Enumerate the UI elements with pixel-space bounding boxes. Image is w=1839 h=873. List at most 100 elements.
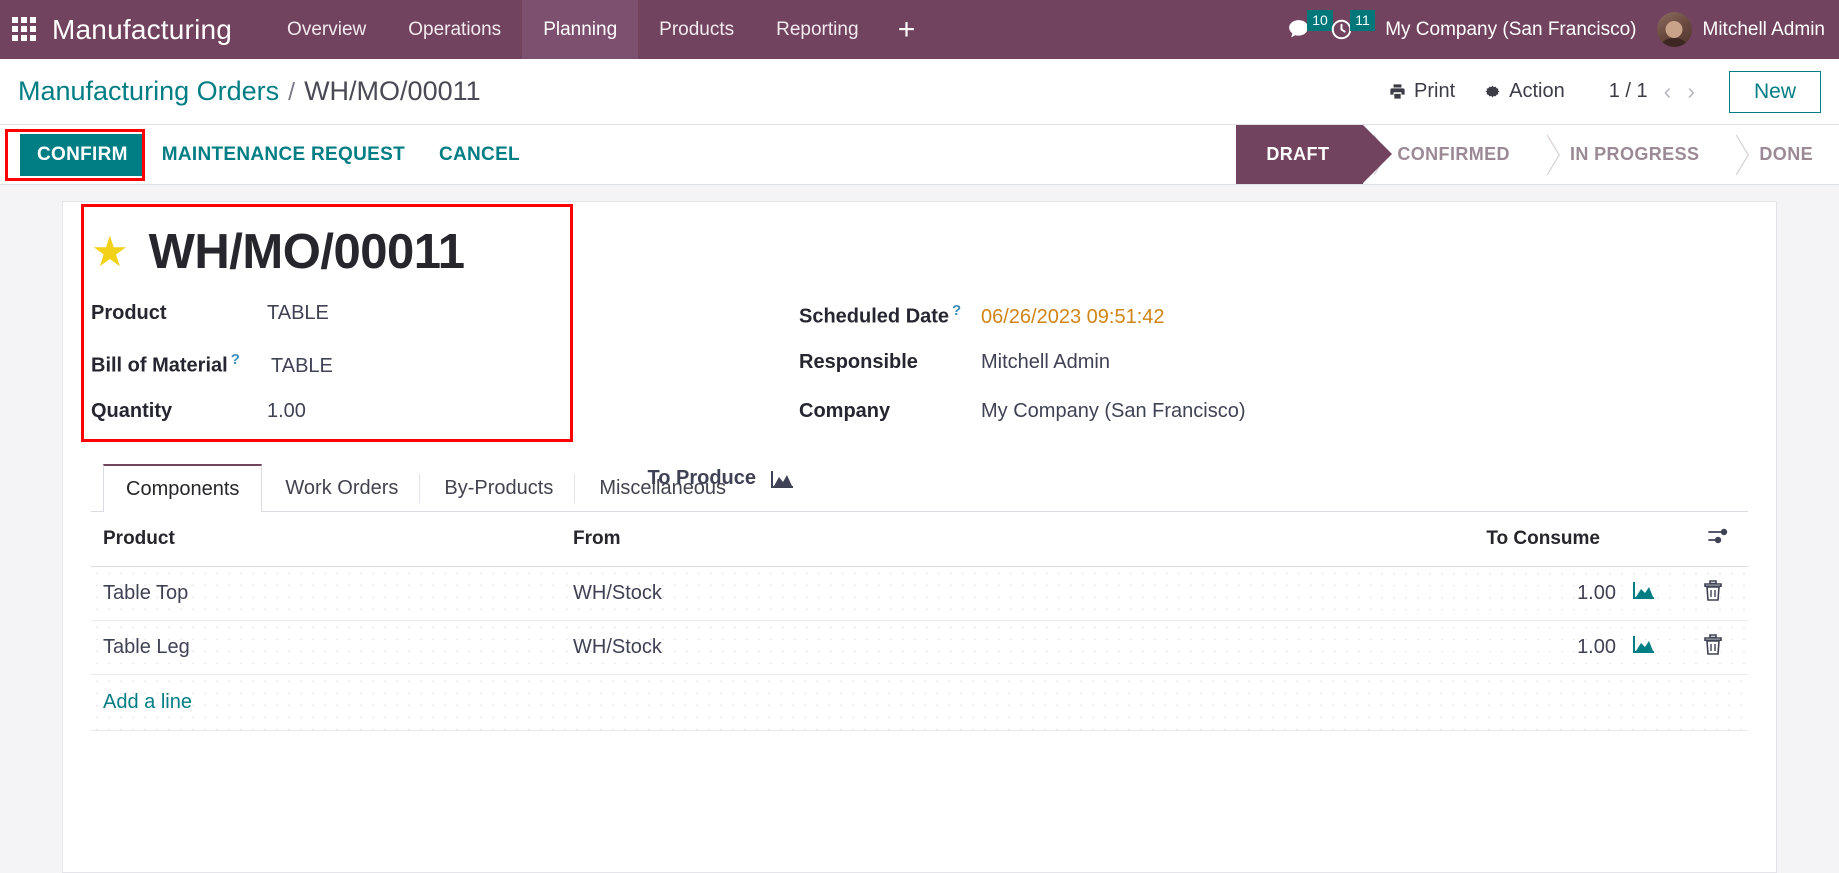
- stage-done[interactable]: DONE: [1725, 125, 1839, 184]
- field-scheduled-date-label: Scheduled Date?: [799, 302, 962, 328]
- field-quantity-value[interactable]: 1.00: [267, 400, 306, 423]
- cell-product[interactable]: Table Top: [91, 566, 561, 621]
- print-label: Print: [1414, 80, 1456, 102]
- tab-components[interactable]: Components: [103, 464, 263, 512]
- field-company-value[interactable]: My Company (San Francisco): [981, 400, 1246, 423]
- area-chart-glyph: [771, 470, 793, 488]
- column-to-consume[interactable]: To Consume: [1376, 512, 1616, 567]
- stage-in-progress[interactable]: IN PROGRESS: [1536, 125, 1725, 184]
- confirm-button[interactable]: CONFIRM: [20, 133, 145, 176]
- cell-from[interactable]: WH/Stock: [561, 566, 1376, 621]
- field-company-label: Company: [799, 400, 891, 422]
- action-label: Action: [1509, 80, 1565, 102]
- column-product[interactable]: Product: [91, 512, 561, 567]
- table-row[interactable]: Table Top WH/Stock 1.00: [91, 566, 1748, 621]
- field-responsible: Responsible Mitchell Admin: [799, 351, 1748, 400]
- nav-item-reporting[interactable]: Reporting: [755, 0, 879, 59]
- cancel-button[interactable]: CANCEL: [422, 134, 537, 176]
- control-panel: Manufacturing Orders / WH/MO/00011 Print…: [0, 59, 1839, 125]
- nav-item-overview[interactable]: Overview: [266, 0, 387, 59]
- pager-count: 1 / 1: [1608, 80, 1648, 102]
- tab-miscellaneous[interactable]: Miscellaneous: [576, 464, 749, 512]
- company-switcher[interactable]: My Company (San Francisco): [1363, 19, 1650, 41]
- form-column-left: Product TABLE Bill of Material? TABLE Qu…: [91, 302, 591, 449]
- breadcrumb-root-link[interactable]: Manufacturing Orders: [18, 76, 279, 107]
- user-menu[interactable]: Mitchell Admin: [1651, 12, 1826, 47]
- add-a-line-link[interactable]: Add a line: [103, 691, 192, 713]
- record-title-row: ★ WH/MO/00011: [91, 224, 1748, 280]
- pager-previous-button[interactable]: ‹: [1656, 80, 1680, 103]
- cell-forecast-icon[interactable]: [1616, 620, 1678, 675]
- field-responsible-value[interactable]: Mitchell Admin: [981, 351, 1110, 374]
- field-responsible-label: Responsible: [799, 351, 918, 373]
- help-tip-icon[interactable]: ?: [231, 351, 240, 368]
- avatar: [1656, 12, 1692, 47]
- apps-grid-icon[interactable]: [12, 16, 38, 43]
- table-header: Product From To Consume: [91, 512, 1748, 567]
- status-pipeline: DRAFT CONFIRMED IN PROGRESS DONE: [1236, 125, 1839, 184]
- cell-to-consume[interactable]: 1.00: [1376, 620, 1616, 675]
- nav-item-operations[interactable]: Operations: [387, 0, 522, 59]
- record-form: Product TABLE Bill of Material? TABLE Qu…: [91, 302, 1748, 449]
- sheet-background: ★ WH/MO/00011 Product TABLE Bill of Mate…: [0, 185, 1839, 873]
- pager-next-button[interactable]: ›: [1679, 80, 1703, 103]
- column-from[interactable]: From: [561, 512, 1376, 567]
- tab-by-products[interactable]: By-Products: [421, 464, 576, 512]
- notebook-tabs: Components Work Orders By-Products Misce…: [91, 463, 1748, 512]
- cell-delete[interactable]: [1678, 620, 1748, 675]
- add-menu-button[interactable]: +: [880, 0, 934, 59]
- field-product-label: Product: [91, 302, 167, 324]
- add-line-cell[interactable]: Add a line: [91, 674, 1748, 731]
- table-body: Table Top WH/Stock 1.00 Table Leg WH/Sto…: [91, 566, 1748, 731]
- tab-work-orders[interactable]: Work Orders: [262, 464, 421, 512]
- activities-button[interactable]: 11: [1320, 0, 1375, 59]
- field-scheduled-date: Scheduled Date? 06/26/2023 09:51:42: [799, 302, 1748, 351]
- maintenance-request-button[interactable]: MAINTENANCE REQUEST: [145, 134, 422, 176]
- add-line-row[interactable]: Add a line: [91, 674, 1748, 731]
- cell-from[interactable]: WH/Stock: [561, 620, 1376, 675]
- pager: 1 / 1 ‹ ›: [1601, 80, 1703, 103]
- top-navbar: Manufacturing Overview Operations Planni…: [0, 0, 1839, 59]
- trash-glyph: [1704, 633, 1722, 655]
- field-quantity-label: Quantity: [91, 400, 173, 422]
- area-chart-icon: [1633, 636, 1654, 653]
- field-product-value[interactable]: TABLE: [267, 302, 329, 325]
- field-company: Company My Company (San Francisco): [799, 400, 1748, 449]
- breadcrumb-current: WH/MO/00011: [304, 76, 481, 106]
- print-button[interactable]: Print: [1374, 74, 1469, 109]
- notebook: Components Work Orders By-Products Misce…: [91, 463, 1748, 731]
- cell-forecast-icon[interactable]: [1616, 566, 1678, 621]
- field-scheduled-date-value[interactable]: 06/26/2023 09:51:42: [981, 306, 1165, 329]
- new-button[interactable]: New: [1728, 70, 1821, 113]
- help-tip-icon[interactable]: ?: [952, 302, 961, 319]
- favorite-star-icon[interactable]: ★: [91, 231, 129, 273]
- navbar-right: 10 11 My Company (San Francisco) Mitchel…: [1277, 0, 1839, 59]
- trash-icon[interactable]: [1702, 633, 1724, 657]
- trash-glyph: [1704, 579, 1722, 601]
- breadcrumb-separator: /: [288, 78, 296, 106]
- messages-button[interactable]: 10: [1277, 0, 1333, 59]
- app-title[interactable]: Manufacturing: [52, 14, 232, 46]
- field-bill-of-material-value[interactable]: TABLE: [271, 355, 333, 378]
- user-name: Mitchell Admin: [1702, 18, 1826, 40]
- nav-item-planning[interactable]: Planning: [522, 0, 639, 59]
- action-button[interactable]: Action: [1469, 74, 1579, 109]
- table-row[interactable]: Table Leg WH/Stock 1.00: [91, 620, 1748, 675]
- printer-icon: [1390, 84, 1405, 99]
- stage-draft[interactable]: DRAFT: [1236, 125, 1393, 184]
- activities-badge: 11: [1350, 10, 1375, 31]
- components-table: Product From To Consume Table Top WH/Sto…: [91, 512, 1748, 731]
- cell-product[interactable]: Table Leg: [91, 620, 561, 675]
- record-sheet: ★ WH/MO/00011 Product TABLE Bill of Mate…: [62, 201, 1777, 873]
- breadcrumb: Manufacturing Orders / WH/MO/00011: [18, 76, 481, 107]
- nav-item-products[interactable]: Products: [638, 0, 755, 59]
- cell-to-consume[interactable]: 1.00: [1376, 566, 1616, 621]
- optional-columns-button[interactable]: [1678, 512, 1748, 567]
- trash-icon[interactable]: [1702, 579, 1724, 603]
- cell-delete[interactable]: [1678, 566, 1748, 621]
- field-bill-of-material: Bill of Material? TABLE: [91, 351, 591, 400]
- area-chart-icon[interactable]: [770, 469, 795, 489]
- table-header-row: Product From To Consume: [91, 512, 1748, 567]
- control-panel-actions: Print Action 1 / 1 ‹ › New: [1374, 70, 1821, 113]
- area-chart-icon: [1633, 582, 1654, 599]
